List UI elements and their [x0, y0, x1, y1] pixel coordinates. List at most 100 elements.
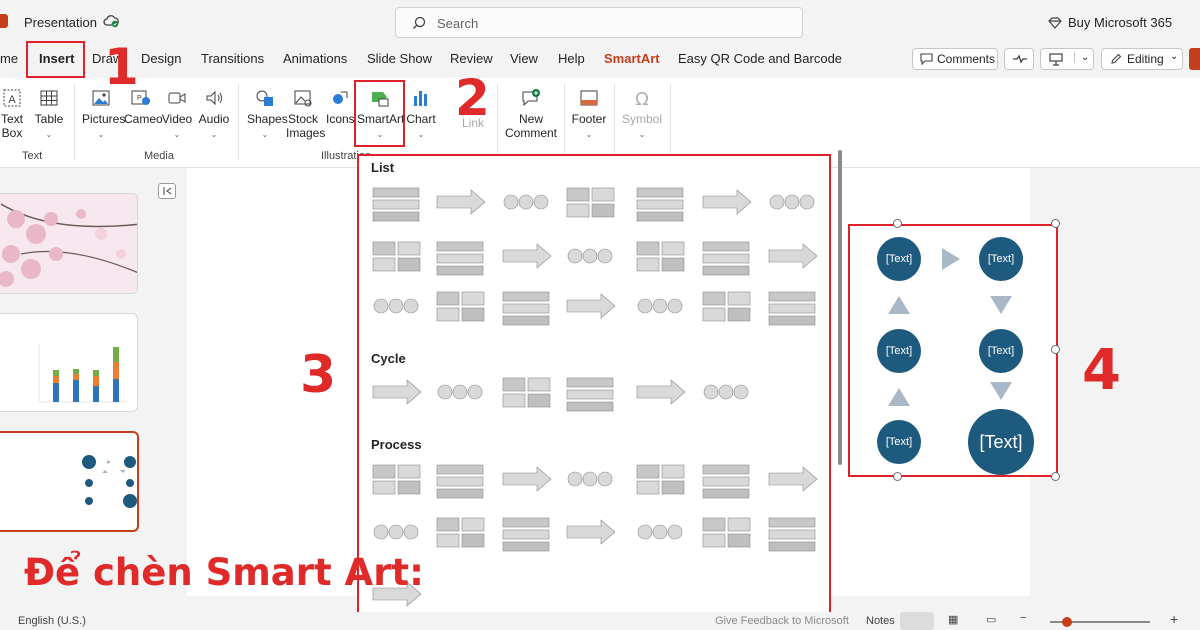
cloud-saved-icon[interactable] — [103, 14, 119, 28]
tab-animations[interactable]: Animations — [283, 51, 347, 66]
smartart-layout-option[interactable] — [502, 377, 551, 408]
zoom-slider-thumb[interactable] — [1062, 617, 1072, 627]
stock-images-button[interactable]: Stock Images — [286, 88, 325, 140]
tab-help[interactable]: Help — [558, 51, 585, 66]
smartart-layout-option[interactable] — [636, 464, 685, 495]
smartart-layout-option[interactable] — [436, 241, 484, 276]
smartart-layout-option[interactable] — [637, 298, 683, 314]
present-button[interactable]: ⌄ — [1040, 48, 1094, 70]
tab-transitions[interactable]: Transitions — [201, 51, 264, 66]
smartart-layout-option[interactable] — [372, 187, 420, 222]
smartart-layout-option[interactable] — [502, 291, 550, 326]
zoom-in-icon[interactable]: + — [1170, 611, 1178, 627]
slide-thumbnail-1[interactable] — [0, 193, 138, 294]
resize-handle[interactable] — [893, 472, 902, 481]
smartart-layout-option[interactable] — [703, 384, 749, 400]
smartart-layout-option[interactable] — [567, 471, 613, 487]
smartart-layout-option[interactable] — [566, 519, 616, 545]
footer-button[interactable]: Footer ⌄ — [570, 88, 608, 142]
smartart-layout-option[interactable] — [768, 243, 818, 269]
tab-easy-qr[interactable]: Easy QR Code and Barcode — [678, 51, 842, 66]
smartart-layout-option[interactable] — [502, 517, 550, 552]
new-comment-button[interactable]: New Comment — [505, 88, 557, 140]
tab-slide-show[interactable]: Slide Show — [367, 51, 432, 66]
smartart-layout-option[interactable] — [372, 241, 421, 272]
pictures-button[interactable]: Pictures ⌄ — [82, 88, 125, 142]
smartart-layout-option[interactable] — [768, 291, 816, 326]
chart-button[interactable]: Chart ⌄ — [406, 88, 436, 142]
smartart-layout-option[interactable] — [636, 241, 685, 272]
video-button[interactable]: Video ⌄ — [161, 88, 193, 142]
tab-review[interactable]: Review — [450, 51, 493, 66]
smartart-layout-option[interactable] — [768, 466, 818, 492]
smartart-layout-option[interactable] — [372, 464, 421, 495]
text-box-button[interactable]: A Text Box — [1, 88, 23, 140]
smartart-layout-option[interactable] — [702, 241, 750, 276]
pulse-icon — [1013, 54, 1027, 64]
smartart-layout-option[interactable] — [437, 384, 483, 400]
tab-design[interactable]: Design — [141, 51, 181, 66]
slide-thumbnail-3-selected[interactable] — [0, 431, 139, 532]
collapse-panel-button[interactable] — [158, 183, 176, 199]
smartart-layout-option[interactable] — [373, 524, 419, 540]
smartart-layout-option[interactable] — [636, 379, 686, 405]
arrow-up-icon — [888, 388, 910, 406]
tab-smartart[interactable]: SmartArt — [604, 51, 660, 66]
smartart-layout-option[interactable] — [636, 187, 684, 222]
slide-sorter-icon[interactable]: ▦ — [948, 613, 958, 626]
share-button[interactable] — [1189, 48, 1200, 70]
tab-home[interactable]: me — [0, 51, 18, 66]
resize-handle[interactable] — [893, 219, 902, 228]
resize-handle[interactable] — [1051, 345, 1060, 354]
smartart-node[interactable]: [Text] — [877, 420, 921, 464]
smartart-layout-option[interactable] — [373, 298, 419, 314]
gallery-scrollbar[interactable] — [838, 150, 842, 465]
zoom-out-icon[interactable]: − — [1020, 612, 1026, 624]
smartart-node[interactable]: [Text] — [979, 329, 1023, 373]
smartart-layout-option[interactable] — [372, 379, 422, 405]
smartart-layout-option[interactable] — [567, 248, 613, 264]
reading-view-icon[interactable]: ▭ — [986, 613, 996, 626]
smartart-layout-option[interactable] — [502, 243, 552, 269]
comments-button[interactable]: Comments — [912, 48, 998, 70]
audio-button[interactable]: Audio ⌄ — [198, 88, 230, 142]
search-box[interactable]: Search — [395, 7, 803, 38]
smartart-layout-option[interactable] — [566, 377, 614, 412]
smartart-node[interactable]: [Text] — [877, 237, 921, 281]
table-button[interactable]: Table ⌄ — [34, 88, 64, 142]
smartart-layout-option[interactable] — [436, 517, 485, 548]
buy-microsoft-365[interactable]: Buy Microsoft 365 — [1048, 15, 1172, 30]
smartart-layout-option[interactable] — [502, 466, 552, 492]
smartart-layout-option[interactable] — [566, 187, 615, 218]
smartart-layout-option[interactable] — [503, 194, 549, 210]
smartart-layout-option[interactable] — [436, 464, 484, 499]
smartart-graphic[interactable]: [Text] [Text] [Text] [Text] [Text] [Text… — [848, 224, 1058, 477]
smartart-layout-option[interactable] — [436, 291, 485, 322]
smartart-node[interactable]: [Text] — [979, 237, 1023, 281]
catch-up-button[interactable] — [1004, 48, 1034, 70]
normal-view-button[interactable] — [900, 612, 934, 630]
smartart-layout-option[interactable] — [768, 517, 816, 552]
smartart-layout-option[interactable] — [702, 189, 752, 215]
smartart-layout-option[interactable] — [436, 189, 486, 215]
smartart-node-large[interactable]: [Text] — [968, 409, 1034, 475]
smartart-layout-option[interactable] — [702, 464, 750, 499]
slide-thumbnail-2[interactable] — [0, 313, 138, 412]
smartart-node[interactable]: [Text] — [877, 329, 921, 373]
notes-button[interactable]: Notes — [866, 615, 895, 627]
smartart-layout-option[interactable] — [637, 524, 683, 540]
video-icon — [168, 92, 186, 104]
tab-view[interactable]: View — [510, 51, 538, 66]
smartart-layout-option[interactable] — [566, 293, 616, 319]
resize-handle[interactable] — [1051, 219, 1060, 228]
symbol-button[interactable]: Ω Symbol ⌄ — [622, 88, 662, 142]
shapes-button[interactable]: Shapes ⌄ — [247, 88, 288, 142]
resize-handle[interactable] — [1051, 472, 1060, 481]
icons-button[interactable]: Icons — [326, 88, 355, 126]
editing-mode-button[interactable]: Editing ⌄ — [1101, 48, 1183, 70]
smartart-layout-option[interactable] — [769, 194, 815, 210]
smartart-layout-option[interactable] — [702, 517, 751, 548]
language-status[interactable]: English (U.S.) — [18, 615, 86, 627]
feedback-link[interactable]: Give Feedback to Microsoft — [715, 615, 849, 627]
smartart-layout-option[interactable] — [702, 291, 751, 322]
